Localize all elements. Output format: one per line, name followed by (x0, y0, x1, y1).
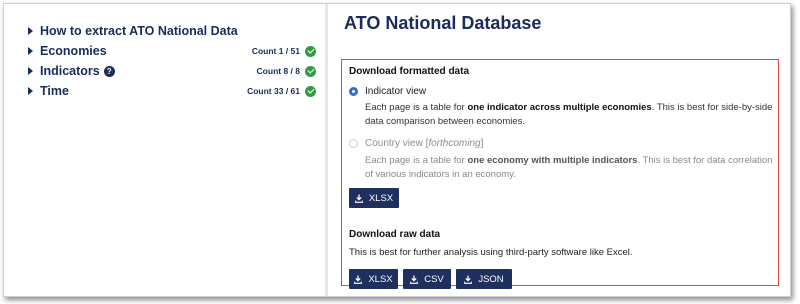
raw-data-description: This is best for further analysis using … (349, 247, 633, 258)
app-window: How to extract ATO National Data Economi… (3, 3, 791, 297)
download-icon (354, 194, 363, 203)
sidebar-item-label: Economies (40, 44, 107, 58)
download-raw-xlsx-button[interactable]: XLSX (349, 269, 398, 289)
download-icon (354, 275, 363, 284)
question-circle-icon[interactable]: ? (103, 65, 115, 77)
indicator-view-description: Each page is a table for one indicator a… (365, 102, 773, 127)
caret-right-icon (28, 27, 33, 35)
download-icon (410, 275, 419, 284)
formatted-data-heading: Download formatted data (349, 66, 470, 77)
check-circle-icon (305, 45, 316, 57)
sidebar-item-economies[interactable]: Economies Count 1 / 51 (28, 43, 316, 59)
panel-divider (325, 4, 328, 296)
filter-sidebar: How to extract ATO National Data Economi… (4, 4, 325, 296)
button-label: CSV (424, 273, 444, 285)
download-formatted-xlsx-button[interactable]: XLSX (349, 188, 399, 208)
country-view-option: Country view [forthcoming] (349, 138, 483, 149)
indicator-view-radio[interactable] (349, 87, 358, 96)
check-circle-icon (305, 65, 316, 77)
indicator-view-option[interactable]: Indicator view (349, 86, 426, 97)
download-raw-csv-button[interactable]: CSV (403, 269, 451, 289)
button-label: XLSX (368, 273, 393, 285)
check-circle-icon (305, 85, 316, 97)
download-panel: Download formatted data Indicator view E… (341, 59, 779, 289)
country-view-label: Country view [forthcoming] (365, 138, 484, 149)
selection-count: Count 8 / 8 (256, 66, 300, 76)
sidebar-item-indicators[interactable]: Indicators ? Count 8 / 8 (28, 63, 316, 79)
download-icon (464, 275, 473, 284)
button-label: XLSX (368, 192, 394, 204)
country-view-description: Each page is a table for one economy wit… (365, 155, 773, 180)
download-raw-json-button[interactable]: JSON (456, 269, 512, 289)
sidebar-edge (4, 4, 20, 296)
indicator-view-label: Indicator view (365, 86, 427, 97)
caret-right-icon (28, 67, 33, 75)
selection-count: Count 1 / 51 (251, 46, 300, 56)
sidebar-item-time[interactable]: Time Count 33 / 61 (28, 83, 316, 99)
raw-data-heading: Download raw data (349, 229, 441, 240)
sidebar-item-label: Time (40, 84, 69, 98)
caret-right-icon (28, 47, 33, 55)
button-label: JSON (478, 273, 504, 285)
selection-count: Count 33 / 61 (247, 86, 300, 96)
sidebar-item-how-to[interactable]: How to extract ATO National Data (28, 23, 316, 39)
sidebar-item-label: Indicators (40, 64, 100, 78)
page-title: ATO National Database (344, 13, 542, 33)
country-view-radio (349, 139, 358, 148)
caret-right-icon (28, 87, 33, 95)
sidebar-item-label: How to extract ATO National Data (40, 24, 238, 38)
